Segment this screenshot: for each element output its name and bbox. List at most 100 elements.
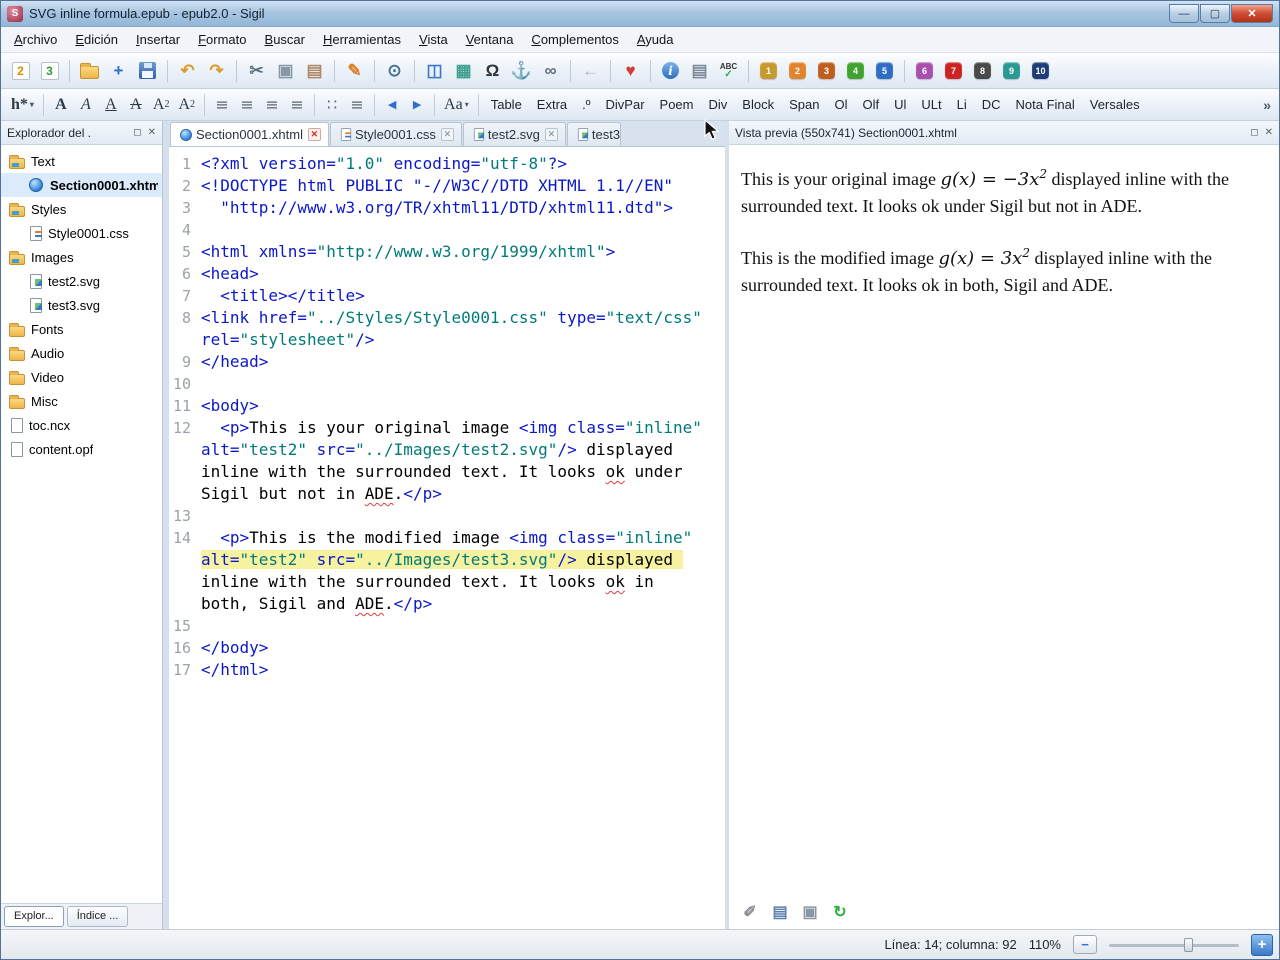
indent-button[interactable]: ▶ <box>405 92 429 118</box>
spellcheck-button[interactable]: ABC✓ <box>715 57 742 85</box>
format-poem-button[interactable]: Poem <box>653 93 701 116</box>
format-item-button[interactable]: .º <box>575 93 597 116</box>
minimize-button[interactable]: — <box>1169 4 1199 23</box>
outdent-button[interactable]: ◀ <box>380 92 404 118</box>
back-button[interactable]: ← <box>577 57 604 85</box>
bold-button[interactable]: A <box>49 92 73 118</box>
redo-button[interactable]: ↷ <box>203 57 230 85</box>
format-table-button[interactable]: Table <box>484 93 529 116</box>
align-left-button[interactable]: ≡ <box>210 92 234 118</box>
tree-item-section0001-xhtml[interactable]: Section0001.xhtml <box>1 173 162 197</box>
undo-button[interactable]: ↶ <box>174 57 201 85</box>
menu-vista[interactable]: Vista <box>410 28 457 51</box>
copy-button[interactable]: ▣ <box>272 57 299 85</box>
code-text[interactable]: <html xmlns="http://www.w3.org/1999/xhtm… <box>201 241 706 263</box>
numbered-list-button[interactable]: ≡ <box>345 92 369 118</box>
menu-edici-n[interactable]: Edición <box>66 28 127 51</box>
code-text[interactable] <box>201 219 706 241</box>
paste-button[interactable]: ▤ <box>301 57 328 85</box>
strikethrough-button[interactable]: A <box>124 92 148 118</box>
plugin-6-button[interactable]: 6 <box>911 57 938 85</box>
tab-section0001-xhtml[interactable]: Section0001.xhtml✕ <box>170 122 329 146</box>
open-file-button[interactable] <box>76 57 103 85</box>
tab-close-icon[interactable]: ✕ <box>308 128 321 141</box>
tab-explorer[interactable]: Explor... <box>4 906 64 927</box>
format-span-button[interactable]: Span <box>782 93 826 116</box>
format-nota-final-button[interactable]: Nota Final <box>1009 93 1082 116</box>
format-divpar-button[interactable]: DivPar <box>599 93 652 116</box>
format-dc-button[interactable]: DC <box>975 93 1008 116</box>
tab-close-icon[interactable]: ✕ <box>545 128 558 141</box>
align-center-button[interactable]: ≡ <box>235 92 259 118</box>
plugin-7-button[interactable]: 7 <box>940 57 967 85</box>
float-panel-icon[interactable]: ◻ <box>1250 127 1258 138</box>
subscript-button[interactable]: A2 <box>149 92 174 118</box>
code-text[interactable]: <body> <box>201 395 706 417</box>
tree-item-style0001-css[interactable]: Style0001.css <box>1 221 162 245</box>
tree-item-content-opf[interactable]: content.opf <box>1 437 162 461</box>
heading-style-button[interactable]: h*▾ <box>7 92 38 118</box>
close-button[interactable]: ✕ <box>1231 4 1273 23</box>
donate-heart-button[interactable]: ♥ <box>617 57 644 85</box>
code-text[interactable]: <head> <box>201 263 706 285</box>
tab-index[interactable]: Índice ... <box>67 906 129 927</box>
format-ult-button[interactable]: ULt <box>914 93 948 116</box>
format-li-button[interactable]: Li <box>950 93 974 116</box>
reports-button[interactable]: ▤ <box>686 57 713 85</box>
find-replace-button[interactable]: ⊙ <box>381 57 408 85</box>
insert-image-button[interactable]: ▦ <box>450 57 477 85</box>
close-panel-icon[interactable]: ✕ <box>148 127 156 138</box>
refresh-preview-button[interactable]: ↻ <box>827 900 853 926</box>
tree-item-test2-svg[interactable]: test2.svg <box>1 269 162 293</box>
special-character-button[interactable]: Ω <box>479 57 506 85</box>
split-view-button[interactable]: ◫ <box>421 57 448 85</box>
align-right-button[interactable]: ≡ <box>260 92 284 118</box>
menu-complementos[interactable]: Complementos <box>522 28 627 51</box>
add-existing-file-button[interactable]: + <box>105 57 132 85</box>
save-button[interactable] <box>134 57 161 85</box>
zoom-in-button[interactable]: + <box>1251 934 1273 956</box>
plugin-2-button[interactable]: 2 <box>784 57 811 85</box>
tab-test3-svg[interactable]: test3.svg✕ <box>567 122 621 146</box>
menu-insertar[interactable]: Insertar <box>127 28 189 51</box>
format-div-button[interactable]: Div <box>702 93 735 116</box>
plugin-9-button[interactable]: 9 <box>998 57 1025 85</box>
format-versales-button[interactable]: Versales <box>1083 93 1147 116</box>
plugin-10-button[interactable]: 10 <box>1027 57 1054 85</box>
tree-item-text[interactable]: Text <box>1 149 162 173</box>
tree-item-audio[interactable]: Audio <box>1 341 162 365</box>
tree-item-test3-svg[interactable]: test3.svg <box>1 293 162 317</box>
tab-test2-svg[interactable]: test2.svg✕ <box>463 122 566 146</box>
tree-item-video[interactable]: Video <box>1 365 162 389</box>
code-text[interactable]: <p>This is your original image <img clas… <box>201 417 706 505</box>
italic-button[interactable]: A <box>74 92 98 118</box>
tree-item-fonts[interactable]: Fonts <box>1 317 162 341</box>
casing-button[interactable]: Aa▾ <box>440 92 473 118</box>
tree-item-styles[interactable]: Styles <box>1 197 162 221</box>
code-text[interactable]: <!DOCTYPE html PUBLIC "-//W3C//DTD XHTML… <box>201 175 706 197</box>
tab-close-icon[interactable]: ✕ <box>441 128 454 141</box>
menu-archivo[interactable]: Archivo <box>5 28 66 51</box>
tree-item-images[interactable]: Images <box>1 245 162 269</box>
info-button[interactable]: i <box>657 57 684 85</box>
tree-item-toc-ncx[interactable]: toc.ncx <box>1 413 162 437</box>
code-text[interactable]: "http://www.w3.org/TR/xhtml11/DTD/xhtml1… <box>201 197 706 219</box>
epub2-check-button[interactable]: 2 <box>7 57 34 85</box>
tab-style0001-css[interactable]: Style0001.css✕ <box>330 122 462 146</box>
format-olf-button[interactable]: Olf <box>855 93 886 116</box>
format-ul-button[interactable]: Ul <box>887 93 913 116</box>
bullet-list-button[interactable]: ∷ <box>320 92 344 118</box>
menu-buscar[interactable]: Buscar <box>256 28 314 51</box>
edit-pencil-button[interactable]: ✎ <box>341 57 368 85</box>
zoom-out-button[interactable]: − <box>1073 935 1097 954</box>
float-panel-icon[interactable]: ◻ <box>133 127 141 138</box>
maximize-button[interactable]: ▢ <box>1200 4 1230 23</box>
align-justify-button[interactable]: ≡ <box>285 92 309 118</box>
plugin-5-button[interactable]: 5 <box>871 57 898 85</box>
menu-ventana[interactable]: Ventana <box>457 28 523 51</box>
epub3-check-button[interactable]: 3 <box>36 57 63 85</box>
format-extra-button[interactable]: Extra <box>530 93 574 116</box>
code-text[interactable]: <?xml version="1.0" encoding="utf-8"?> <box>201 153 706 175</box>
tree-item-misc[interactable]: Misc <box>1 389 162 413</box>
cut-button[interactable]: ✂ <box>243 57 270 85</box>
